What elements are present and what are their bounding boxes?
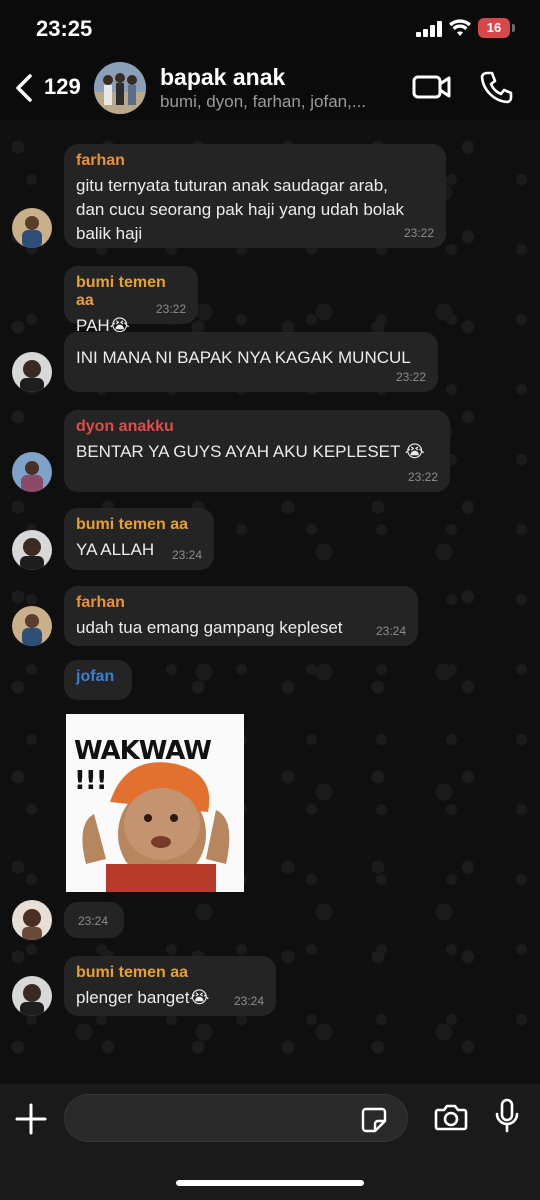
message-time: 23:24 xyxy=(78,914,109,928)
plus-icon[interactable] xyxy=(14,1102,48,1136)
message-sender[interactable]: farhan xyxy=(76,594,406,612)
message-sender[interactable]: dyon anakku xyxy=(76,418,438,436)
input-bar xyxy=(0,1084,540,1200)
message-time: 23:22 xyxy=(395,370,426,384)
avatar[interactable] xyxy=(12,452,52,492)
battery-indicator: 16 xyxy=(478,18,510,38)
avatar[interactable] xyxy=(12,352,52,392)
message-bubble[interactable]: jofan xyxy=(64,660,132,700)
message-sender[interactable]: jofan xyxy=(76,668,120,686)
sticker-caption: WAKWAW !!! xyxy=(74,736,212,796)
group-avatar[interactable] xyxy=(94,62,146,114)
message-input[interactable] xyxy=(64,1094,408,1142)
status-bar: 23:25 16 xyxy=(0,0,540,56)
message-bubble[interactable]: dyon anakku BENTAR YA GUYS AYAH AKU KEPL… xyxy=(64,410,450,492)
message-text: BENTAR YA GUYS AYAH AKU KEPLESET 😭 xyxy=(76,442,425,461)
unread-count[interactable]: 129 xyxy=(44,74,81,100)
video-camera-icon[interactable] xyxy=(412,72,452,102)
message-sender[interactable]: bumi temen aa xyxy=(76,516,202,534)
group-members[interactable]: bumi, dyon, farhan, jofan,... xyxy=(160,92,400,112)
microphone-icon[interactable] xyxy=(494,1098,520,1134)
message-time: 23:24 xyxy=(233,994,264,1008)
message-time: 23:24 xyxy=(375,624,406,638)
message-bubble[interactable]: 23:24 xyxy=(64,902,124,938)
message-time: 23:22 xyxy=(403,226,434,240)
avatar[interactable] xyxy=(12,208,52,248)
message-bubble[interactable]: farhan gitu ternyata tuturan anak saudag… xyxy=(64,144,446,248)
message-bubble[interactable]: INI MANA NI BAPAK NYA KAGAK MUNCUL 23:22 xyxy=(64,332,438,392)
message-bubble[interactable]: bumi temen aa YA ALLAH 23:24 xyxy=(64,508,214,570)
sticker-image[interactable]: WAKWAW !!! xyxy=(66,714,244,892)
chat-header: 129 bapak anak bumi, dyon, farhan, jofan… xyxy=(0,56,540,120)
status-time: 23:25 xyxy=(36,16,93,41)
message-text: udah tua emang gampang kepleset xyxy=(76,618,343,637)
avatar[interactable] xyxy=(12,900,52,940)
signal-icon xyxy=(416,21,444,37)
chat-area[interactable]: farhan gitu ternyata tuturan anak saudag… xyxy=(0,120,540,1084)
message-text: INI MANA NI BAPAK NYA KAGAK MUNCUL xyxy=(76,348,411,367)
message-time: 23:22 xyxy=(155,302,186,316)
phone-icon[interactable] xyxy=(480,70,514,104)
avatar[interactable] xyxy=(12,530,52,570)
message-bubble[interactable]: bumi temen aa plenger banget😭 23:24 xyxy=(64,956,276,1016)
wifi-icon xyxy=(449,19,471,36)
message-bubble[interactable]: bumi temen aa PAH😭 23:22 xyxy=(64,266,198,335)
message-sender[interactable]: farhan xyxy=(76,152,434,170)
avatar[interactable] xyxy=(12,606,52,646)
message-time: 23:22 xyxy=(407,470,438,484)
battery-tip xyxy=(512,24,515,32)
sticker-icon[interactable] xyxy=(360,1106,388,1134)
camera-icon[interactable] xyxy=(434,1102,468,1132)
message-text: gitu ternyata tuturan anak saudagar arab… xyxy=(76,176,404,243)
message-sender[interactable]: bumi temen aa xyxy=(76,964,264,982)
message-bubble[interactable]: farhan udah tua emang gampang kepleset 2… xyxy=(64,586,418,646)
home-indicator xyxy=(176,1180,364,1186)
message-time: 23:24 xyxy=(171,548,202,562)
group-title[interactable]: bapak anak xyxy=(160,64,285,91)
avatar[interactable] xyxy=(12,976,52,1016)
chevron-left-icon[interactable] xyxy=(12,70,40,106)
